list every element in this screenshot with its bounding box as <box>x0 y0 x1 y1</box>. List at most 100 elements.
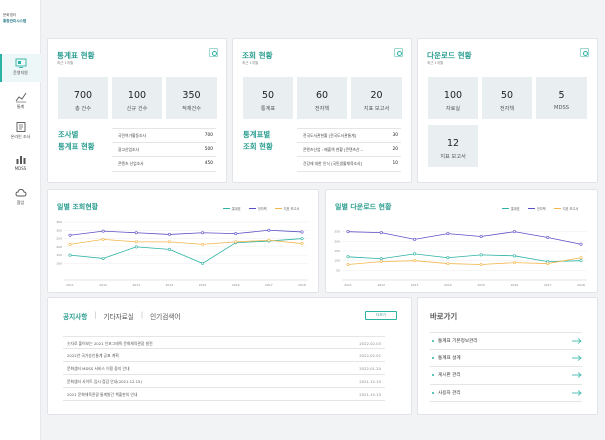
row-name: 국민여가활동조사 <box>118 133 146 138</box>
tab-resources[interactable]: 기타자료실 <box>104 311 134 321</box>
card-subtitle: 최근 1개월 <box>427 61 444 65</box>
row-value: 20 <box>392 146 398 152</box>
stat-value: 100 <box>443 90 463 101</box>
stat-label: 지표 보고서 <box>440 154 466 160</box>
table-row[interactable]: 콘텐츠 산업조사 450 <box>112 157 216 172</box>
y-tick-label: 50 <box>336 268 340 272</box>
stat-box-total: 700 총 건수 <box>58 77 108 119</box>
data-point <box>201 231 205 235</box>
data-point <box>267 238 271 242</box>
legend-swatch <box>274 207 282 210</box>
bullet-icon <box>432 374 434 377</box>
notice-date: 2022.01.20 <box>359 366 381 371</box>
nav-item-survey[interactable]: 온라인 조사 <box>0 118 41 146</box>
stat-value: 12 <box>446 138 460 149</box>
tab-notice[interactable]: 공지사항 <box>63 311 87 321</box>
notice-title: 숫자로 풀어보는 2021 인포그래픽 문화체육관광 발전 <box>67 341 153 346</box>
row-name: 콘텐츠산업 : 매출액 현황 [콘텐츠산... <box>303 146 364 152</box>
more-button[interactable]: 더보기 <box>365 311 397 320</box>
dashboard-icon <box>15 58 26 68</box>
table-row[interactable]: 콘텐츠산업 : 매출액 현황 [콘텐츠산... 20 <box>297 143 401 157</box>
data-point <box>346 255 350 259</box>
stat-label: MDSS <box>553 105 570 111</box>
nav-item-stats[interactable]: 통계 <box>0 88 41 116</box>
quick-links-title: 바로가기 <box>430 312 458 321</box>
data-point <box>134 240 138 244</box>
stat-label: 자료실 <box>445 106 461 112</box>
list-item[interactable]: 숫자로 풀어보는 2021 인포그래픽 문화체육관광 발전 2022.02.03 <box>63 336 385 349</box>
list-item[interactable]: 2021 문화체육관광 통계발간 책출판의 안내 2021.10.10 <box>63 388 385 401</box>
bullet-icon <box>432 391 434 394</box>
table-row[interactable]: 건강에 대한 인식 [국민생활체육조사] 10 <box>297 157 401 172</box>
stat-box-library: 100 자료실 <box>428 77 478 119</box>
data-point <box>134 245 138 249</box>
nav-item-mdss[interactable]: MDSS <box>0 150 41 178</box>
x-tick-label: 2016 <box>232 283 240 287</box>
row-value: 500 <box>204 146 213 152</box>
stat-value: 50 <box>261 90 275 101</box>
notice-card: 공지사항 | 기타자료실 | 인기검색어 더보기 숫자로 풀어보는 2021 인… <box>47 297 412 415</box>
survey-icon <box>16 122 25 132</box>
bullet-icon <box>432 339 434 342</box>
stat-box-ebooks: 60 전자책 <box>297 77 347 119</box>
data-point <box>167 232 171 236</box>
stat-label: 지표 보고서 <box>363 106 390 112</box>
settings-icon[interactable] <box>394 48 403 57</box>
y-tick-label: 100 <box>334 259 340 263</box>
table-row[interactable]: 국민여가활동조사 700 <box>112 128 216 143</box>
list-item[interactable]: 문화셈터 MDSS 서비스 이용 중지 안내 2022.01.20 <box>63 362 385 375</box>
data-point <box>101 237 105 241</box>
x-tick-label: 2014 <box>444 283 452 287</box>
tab-popular-search[interactable]: 인기검색어 <box>150 311 180 321</box>
data-point <box>579 242 583 246</box>
nav-item-operation[interactable]: 운영지원 <box>0 54 41 82</box>
sub-title-line: 통계표 현황 <box>58 142 95 151</box>
data-point <box>546 235 550 239</box>
tab-separator: | <box>140 311 144 319</box>
y-tick-label: 200 <box>56 245 62 249</box>
settings-icon[interactable] <box>209 48 218 57</box>
data-point <box>379 231 383 235</box>
x-tick-label: 2011 <box>66 283 74 287</box>
card-subtitle: 최근 1개월 <box>57 61 74 65</box>
quick-link-item[interactable]: 게시판 관리 <box>430 367 582 385</box>
data-point <box>446 232 450 236</box>
x-tick-label: 2011 <box>344 283 352 287</box>
quick-link-item[interactable]: 사용자 관리 <box>430 385 582 402</box>
y-tick-label: 100 <box>56 261 62 265</box>
legend-item: 통계표 <box>223 206 241 211</box>
logo[interactable]: 문화셈터 통합관리시스템 <box>3 12 41 24</box>
daily-views-chart-card: 일별 조회현황 통계표 전자책 지표 보고서 100 150 200 250 300 35… <box>47 189 319 293</box>
stat-value: 350 <box>182 90 201 101</box>
views-status-card: 조회 현황 최근 1개월 50 통계표 60 전자책 20 지표 보고서 통계표… <box>232 38 412 183</box>
notice-title: 2021 문화체육관광 통계발간 책출판의 안내 <box>67 392 138 397</box>
stat-box-mdss: 5 MDSS <box>536 77 587 119</box>
data-point <box>167 240 171 244</box>
sub-title-line: 조사별 <box>58 130 79 139</box>
list-item[interactable]: 2022년 국가승인통계 공표 계획 2022.02.01 <box>63 349 385 362</box>
sub-title-line: 조회 현황 <box>243 142 273 151</box>
data-point <box>446 262 450 266</box>
sub-title: 통계표별 조회 현황 <box>243 129 273 153</box>
row-value: 700 <box>204 133 213 138</box>
data-point <box>68 233 72 237</box>
x-tick-label: 2013 <box>411 283 419 287</box>
table-row[interactable]: 광고산업조사 500 <box>112 143 216 157</box>
table-row[interactable]: 전국도서관현황 [전국도서관통계] 30 <box>297 128 401 143</box>
nav-item-collab[interactable]: 협업 <box>0 184 41 212</box>
legend-swatch <box>553 207 561 210</box>
stat-label: 신규 건수 <box>126 106 148 112</box>
x-tick-label: 2018 <box>577 283 585 287</box>
x-tick-label: 2018 <box>298 283 306 287</box>
list-item[interactable]: 문화셈터 사이트 임시 점검 안내(2021.12.15) 2021.12.10 <box>63 375 385 388</box>
data-point <box>379 260 383 264</box>
data-point <box>512 261 516 265</box>
quick-link-item[interactable]: 통계표 기본정보관리 <box>430 332 582 350</box>
data-point <box>101 229 105 233</box>
nav-label: 통계 <box>16 104 25 109</box>
x-tick-label: 2015 <box>477 283 485 287</box>
legend-label: 전자책 <box>257 207 267 211</box>
stat-value: 20 <box>370 90 383 101</box>
settings-icon[interactable] <box>580 48 589 57</box>
quick-link-item[interactable]: 통계표 설계 <box>430 350 582 367</box>
